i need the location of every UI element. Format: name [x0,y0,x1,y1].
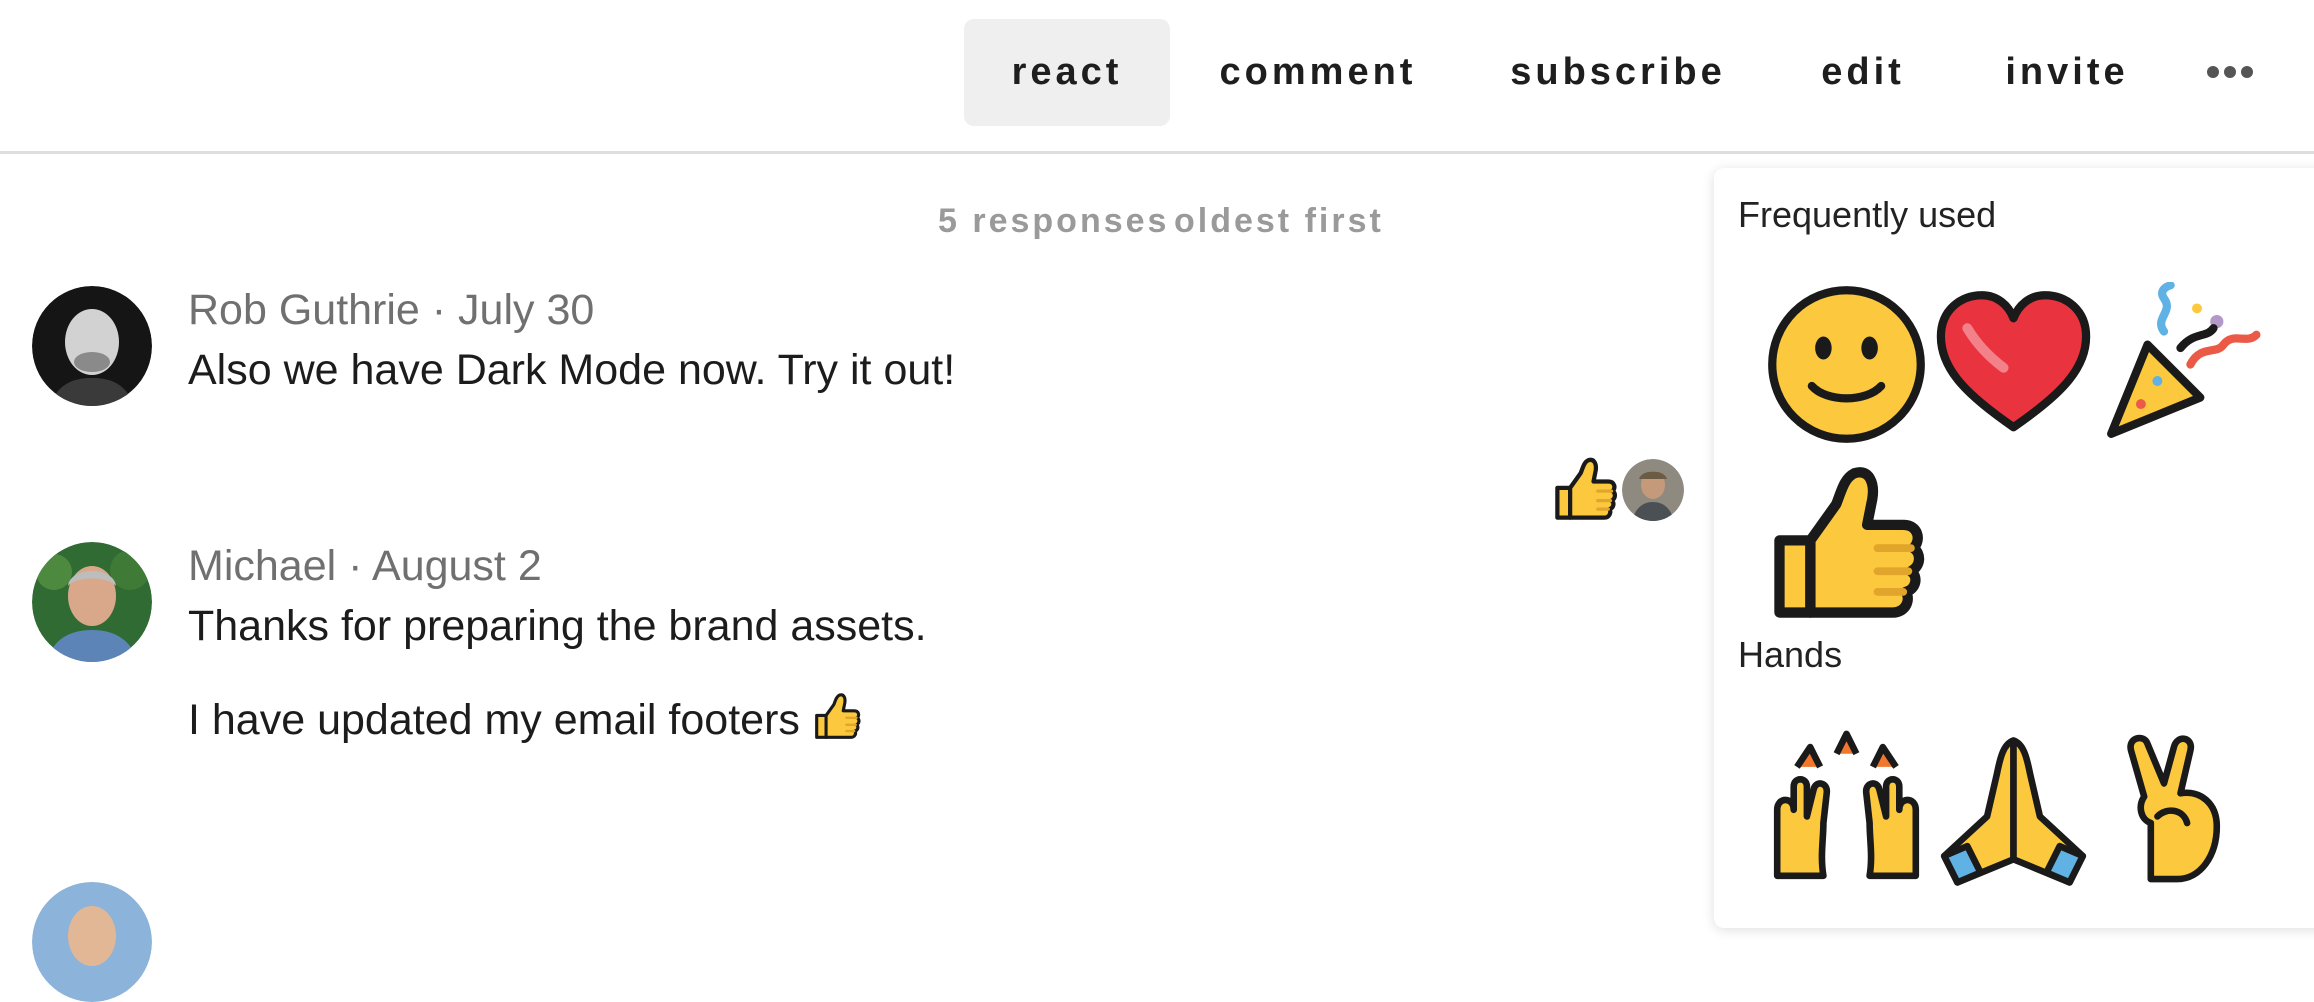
tab-edit[interactable]: edit [1800,19,1926,126]
comment-author: Michael · August 2 [188,542,542,590]
comment-text: I have updated my email footers [188,692,862,745]
comment-text: Thanks for preparing the brand assets. [188,602,927,650]
thumbs-up-icon [812,692,862,742]
avatar[interactable] [32,286,152,406]
picker-section-title: Frequently used [1738,194,1997,235]
tab-react[interactable]: react [964,19,1170,126]
tab-subscribe[interactable]: subscribe [1500,19,1736,126]
avatar[interactable] [32,882,152,1002]
more-options-icon[interactable] [2195,52,2265,92]
comment-text: Also we have Dark Mode now. Try it out! [188,346,956,394]
avatar[interactable] [32,542,152,662]
folded-hands-icon[interactable] [1931,724,2096,889]
response-count: 5 responses [938,201,1170,240]
party-popper-icon[interactable] [2098,282,2263,447]
tab-invite[interactable]: invite [1990,19,2144,126]
comment-text-line: I have updated my email footers [188,696,800,744]
smiling-face-icon[interactable] [1764,282,1929,447]
reactor-avatar[interactable] [1622,459,1684,521]
raising-hands-icon[interactable] [1764,724,1929,889]
tab-comment[interactable]: comment [1200,19,1436,126]
crossed-fingers-icon[interactable] [2098,724,2263,889]
thumbs-up-icon[interactable] [1764,463,1929,628]
comment-author: Rob Guthrie · July 30 [188,286,595,334]
emoji-picker: Frequently used Hands [1714,168,2314,928]
toolbar: react comment subscribe edit invite [0,0,2314,154]
sort-order-toggle[interactable]: oldest first [1174,198,1384,244]
red-heart-icon[interactable] [1931,282,2096,447]
picker-section-title: Hands [1738,634,1843,675]
thumbs-up-icon[interactable] [1551,456,1619,524]
